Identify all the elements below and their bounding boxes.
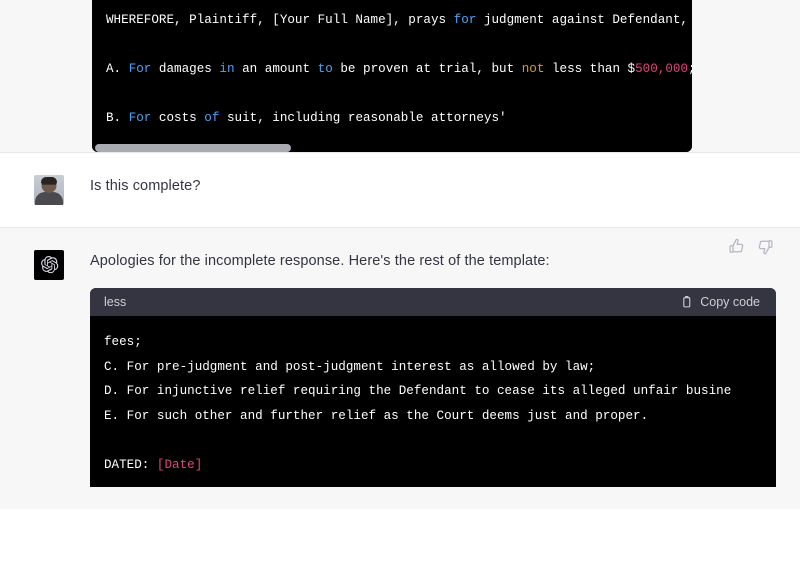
code-horizontal-scrollbar[interactable] [92, 140, 692, 152]
code-token: less than $ [544, 62, 636, 77]
code-block-bottom: less Copy code fees; C. For pre-judgment… [90, 288, 776, 488]
code-block-wrapper-bottom: less Copy code fees; C. For pre-judgment… [90, 288, 776, 488]
code-token: for [453, 13, 477, 27]
user-avatar [34, 174, 64, 205]
code-token: fees; [104, 335, 142, 350]
chatgpt-avatar [34, 249, 64, 280]
code-token: A. [106, 62, 129, 77]
code-token: judgment against Defendant, Pizza [483, 13, 688, 27]
chat-conversation-page: WHEREFORE, Plaintiff, [Your Full Name], … [0, 0, 800, 561]
code-block-wrapper-top: WHEREFORE, Plaintiff, [Your Full Name], … [0, 0, 800, 152]
code-language-label: less [104, 295, 127, 310]
code-content-bottom[interactable]: fees; C. For pre-judgment and post-judgm… [90, 316, 776, 488]
code-token: ; [688, 62, 692, 76]
code-token: be proven at trial, but [332, 62, 522, 77]
code-token: not [521, 62, 545, 77]
code-block-top: WHEREFORE, Plaintiff, [Your Full Name], … [92, 0, 692, 152]
assistant-message-body: Apologies for the incomplete response. H… [90, 250, 776, 488]
code-content-top[interactable]: WHEREFORE, Plaintiff, [Your Full Name], … [92, 0, 692, 141]
copy-code-label: Copy code [700, 295, 760, 310]
user-message-text: Is this complete? [90, 177, 201, 194]
code-token: damages [151, 62, 220, 77]
code-token: to [317, 62, 333, 77]
assistant-message-row: Apologies for the incomplete response. H… [0, 226, 800, 510]
code-token: costs [151, 111, 205, 126]
assistant-message-previous: WHEREFORE, Plaintiff, [Your Full Name], … [0, 0, 800, 152]
avatar-glasses-shape [42, 183, 56, 188]
code-token: For [128, 111, 152, 126]
code-token: WHEREFORE, Plaintiff, [Your Full Name], … [106, 13, 454, 27]
code-token: 500,000 [635, 62, 689, 77]
code-token: [Date] [156, 457, 203, 472]
avatar-hair-shape [41, 176, 57, 184]
thumb-up-icon[interactable] [728, 238, 745, 255]
code-token: of [204, 111, 220, 126]
user-message-body: Is this complete? [90, 175, 776, 205]
code-token: in [219, 62, 235, 77]
code-token: E. For such other and further relief as … [104, 408, 649, 423]
code-token: For [128, 62, 152, 77]
clipboard-icon [683, 296, 691, 308]
assistant-message-text: Apologies for the incomplete response. H… [90, 252, 550, 269]
code-token: an amount [234, 62, 318, 77]
copy-code-button[interactable]: Copy code [680, 295, 760, 309]
user-message-row: Is this complete? [0, 151, 800, 227]
avatar-body-shape [35, 191, 63, 205]
code-token: B. [106, 111, 129, 126]
code-token: suit, including reasonable attorneys' [219, 111, 507, 126]
code-token: C. For pre-judgment and post-judgment in… [104, 359, 596, 374]
openai-logo-icon [40, 256, 58, 274]
scrollbar-thumb[interactable] [95, 143, 292, 152]
thumb-down-icon[interactable] [757, 238, 774, 255]
code-block-header: less Copy code [90, 288, 776, 317]
code-token: D. For injunctive relief requiring the D… [104, 384, 732, 399]
code-token: DATED: [104, 457, 157, 472]
message-feedback-controls [728, 238, 774, 255]
